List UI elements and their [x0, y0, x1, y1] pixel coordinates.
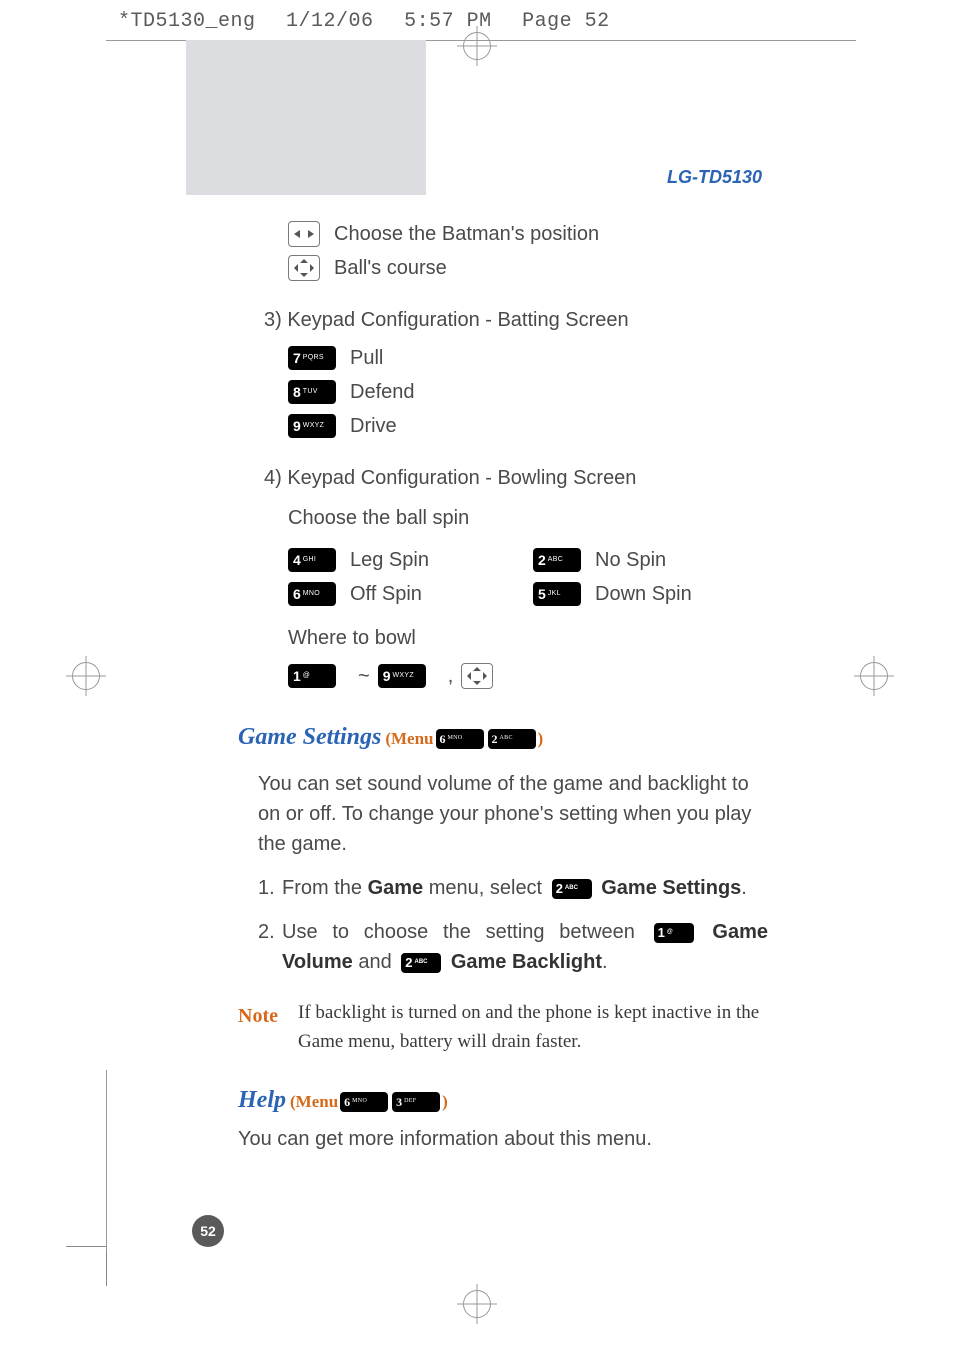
- help-text: You can get more information about this …: [238, 1124, 778, 1154]
- key-1: 1@: [288, 664, 336, 688]
- key-4: 4GHI: [288, 548, 336, 572]
- step-2: 2. Use to choose the setting between 1@ …: [258, 917, 768, 977]
- batting-section-title: 3) Keypad Configuration - Batting Screen: [264, 305, 778, 335]
- header-page: Page 52: [522, 10, 610, 33]
- key-7: 7PQRS: [288, 346, 336, 370]
- left-right-nav-icon: [288, 221, 320, 247]
- menu-path: (Menu 6MNO 2ABC ): [385, 726, 543, 752]
- spin-grid: 4GHI Leg Spin 6MNO Off Spin 2ABC No Spin…: [288, 541, 778, 613]
- tilde: ~: [358, 661, 370, 691]
- print-header: *TD5130_eng 1/12/06 5:57 PM Page 52: [118, 10, 610, 33]
- registration-mark-top: [463, 32, 491, 60]
- menu-path: (Menu 6MNO 3DEF ): [290, 1089, 448, 1115]
- key-2: 2ABC: [552, 879, 592, 899]
- key-8: 8TUV: [288, 380, 336, 404]
- game-settings-title: Game Settings: [238, 719, 381, 755]
- label-game: Game: [368, 877, 424, 899]
- control-row-course: Ball's course: [288, 253, 778, 283]
- key-1: 1@: [654, 923, 694, 943]
- step-number: 2.: [258, 917, 282, 947]
- help-heading: Help (Menu 6MNO 3DEF ): [238, 1082, 778, 1118]
- step-body: Use to choose the setting between 1@ Gam…: [282, 917, 768, 977]
- key-label: Defend: [350, 377, 415, 407]
- header-date: 1/12/06: [286, 10, 374, 33]
- key-6: 6MNO: [436, 729, 484, 749]
- key-label: Down Spin: [595, 579, 692, 609]
- page-number: 52: [192, 1215, 224, 1247]
- crop-mark: [106, 1246, 107, 1286]
- control-row-position: Choose the Batman's position: [288, 219, 778, 249]
- key-label: Off Spin: [350, 579, 422, 609]
- key-label: Leg Spin: [350, 545, 429, 575]
- four-way-nav-icon: [461, 663, 493, 689]
- content-area: Choose the Batman's position Ball's cour…: [238, 215, 778, 1154]
- note-row: Note If backlight is turned on and the p…: [238, 999, 768, 1056]
- key-label: Pull: [350, 343, 383, 373]
- game-settings-para: You can set sound volume of the game and…: [258, 769, 768, 859]
- key-2: 2ABC: [488, 729, 536, 749]
- header-time: 5:57 PM: [404, 10, 492, 33]
- left-margin-line: [106, 1070, 107, 1250]
- key-6: 6MNO: [340, 1092, 388, 1112]
- four-way-nav-icon: [288, 255, 320, 281]
- key-5: 5JKL: [533, 582, 581, 606]
- key-9: 9WXYZ: [288, 414, 336, 438]
- step-body: From the Game menu, select 2ABC Game Set…: [282, 873, 768, 903]
- key-row-legspin: 4GHI Leg Spin: [288, 545, 533, 575]
- key-row-drive: 9WXYZ Drive: [288, 411, 778, 441]
- game-settings-heading: Game Settings (Menu 6MNO 2ABC ): [238, 719, 778, 755]
- registration-mark-bottom: [463, 1290, 491, 1318]
- key-3: 3DEF: [392, 1092, 440, 1112]
- note-label: Note: [238, 999, 298, 1056]
- header-file: *TD5130_eng: [118, 10, 256, 33]
- key-6: 6MNO: [288, 582, 336, 606]
- key-row-pull: 7PQRS Pull: [288, 343, 778, 373]
- key-row-nospin: 2ABC No Spin: [533, 545, 778, 575]
- registration-mark-right: [860, 662, 888, 690]
- step-1: 1. From the Game menu, select 2ABC Game …: [258, 873, 768, 903]
- spin-subtitle: Choose the ball spin: [288, 503, 778, 533]
- control-label: Ball's course: [334, 253, 447, 283]
- label-game-backlight: Game Backlight: [451, 951, 602, 973]
- note-text: If backlight is turned on and the phone …: [298, 999, 768, 1056]
- key-label: No Spin: [595, 545, 666, 575]
- help-title: Help: [238, 1082, 286, 1118]
- key-row-downspin: 5JKL Down Spin: [533, 579, 778, 609]
- crop-mark: [66, 1246, 106, 1247]
- key-row-offspin: 6MNO Off Spin: [288, 579, 533, 609]
- bowling-section-title: 4) Keypad Configuration - Bowling Screen: [264, 463, 778, 493]
- comma: ,: [448, 661, 454, 691]
- where-range-row: 1@ ~ 9WXYZ ,: [288, 661, 778, 691]
- key-2: 2ABC: [533, 548, 581, 572]
- page: *TD5130_eng 1/12/06 5:57 PM Page 52 LG-T…: [0, 0, 954, 1351]
- label-game-settings: Game Settings: [601, 877, 741, 899]
- control-label: Choose the Batman's position: [334, 219, 599, 249]
- step-number: 1.: [258, 873, 282, 903]
- where-subtitle: Where to bowl: [288, 623, 778, 653]
- key-2: 2ABC: [401, 953, 441, 973]
- tab-background: [186, 40, 426, 195]
- key-9: 9WXYZ: [378, 664, 426, 688]
- model-label: LG-TD5130: [667, 167, 762, 188]
- key-label: Drive: [350, 411, 397, 441]
- key-row-defend: 8TUV Defend: [288, 377, 778, 407]
- registration-mark-left: [72, 662, 100, 690]
